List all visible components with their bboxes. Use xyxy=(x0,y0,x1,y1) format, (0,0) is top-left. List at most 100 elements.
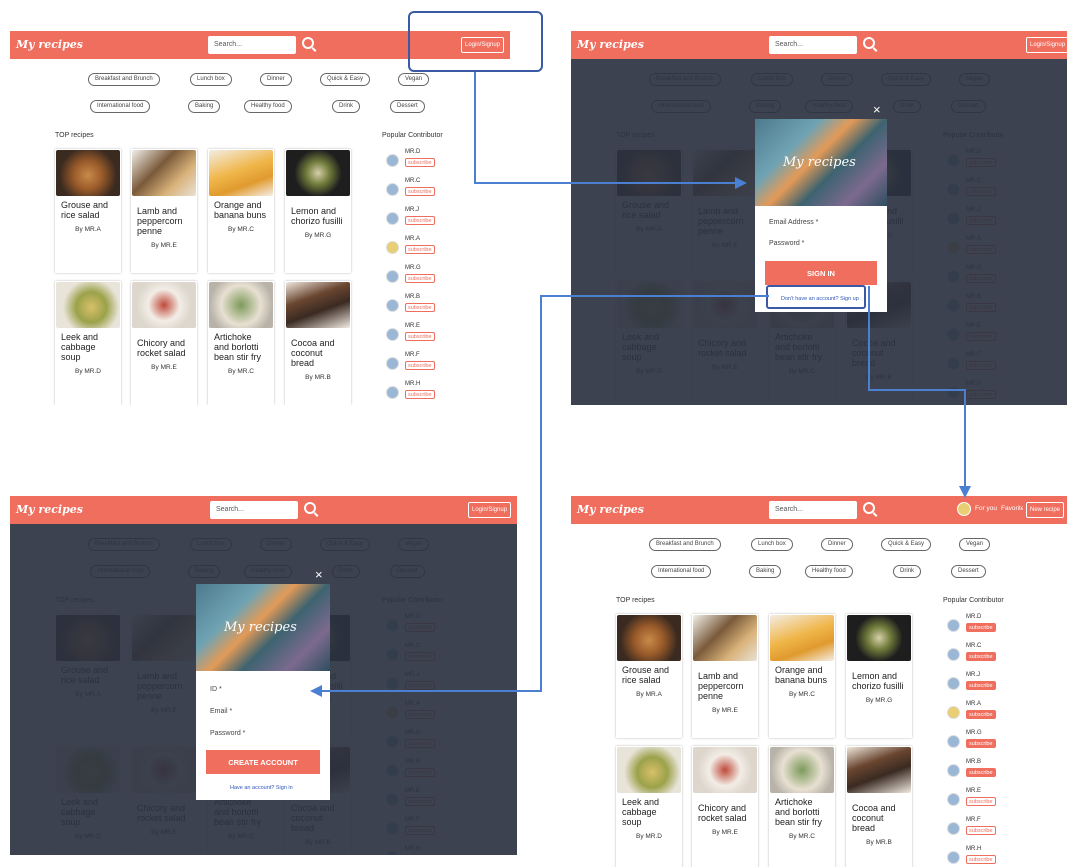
category-tag[interactable]: Vegan xyxy=(959,538,991,551)
recipe-card[interactable]: Leek and cabbage soup By MR.D xyxy=(55,281,121,405)
subscribe-button[interactable]: subscribe xyxy=(405,274,435,283)
search-input[interactable]: Search... xyxy=(769,501,857,519)
password-field[interactable]: Password * xyxy=(210,730,245,737)
recipe-card[interactable]: Chicory and rocket salad By MR.E xyxy=(131,281,197,405)
category-tag[interactable]: International food xyxy=(651,565,712,578)
subscribe-button[interactable]: subscribe xyxy=(405,390,435,399)
subscribe-button[interactable]: subscribe xyxy=(966,797,996,806)
category-tag[interactable]: Dinner xyxy=(260,73,292,86)
contributor-name[interactable]: MR.G xyxy=(405,265,421,271)
contributor-avatar[interactable] xyxy=(386,357,399,370)
recipe-card[interactable]: Lemon and chorizo fusilli By MR.G xyxy=(846,614,912,738)
category-tag[interactable]: Baking xyxy=(749,565,782,578)
contributor-avatar[interactable] xyxy=(386,328,399,341)
recipe-card[interactable]: Orange and banana buns By MR.C xyxy=(769,614,835,738)
contributor-name[interactable]: MR.A xyxy=(405,236,420,242)
recipe-card[interactable]: Grouse and rice salad By MR.A xyxy=(616,614,682,738)
contributor-name[interactable]: MR.F xyxy=(405,352,420,358)
user-avatar[interactable] xyxy=(957,502,971,516)
subscribe-button[interactable]: subscribe xyxy=(405,361,435,370)
contributor-name[interactable]: MR.C xyxy=(405,178,420,184)
contributor-name[interactable]: MR.A xyxy=(966,701,981,707)
contributor-name[interactable]: MR.G xyxy=(966,730,982,736)
category-tag[interactable]: International food xyxy=(90,100,151,113)
category-tag[interactable]: Quick & Easy xyxy=(320,73,371,86)
subscribe-button[interactable]: subscribe xyxy=(966,681,996,690)
email-field[interactable]: Email Address * xyxy=(769,219,818,226)
recipe-card[interactable]: Cocoa and coconut bread By MR.B xyxy=(285,281,351,405)
recipe-card[interactable]: Orange and banana buns By MR.C xyxy=(208,149,274,273)
search-input[interactable]: Search... xyxy=(769,36,857,54)
contributor-avatar[interactable] xyxy=(386,386,399,399)
subscribe-button[interactable]: subscribe xyxy=(405,245,435,254)
login-signup-button[interactable]: Login/Signup xyxy=(1026,37,1067,53)
contributor-name[interactable]: MR.J xyxy=(966,672,980,678)
subscribe-button[interactable]: subscribe xyxy=(966,855,996,864)
contributor-avatar[interactable] xyxy=(947,619,960,632)
contributor-name[interactable]: MR.J xyxy=(405,207,419,213)
password-field[interactable]: Password * xyxy=(769,240,804,247)
id-field[interactable]: ID * xyxy=(210,686,222,693)
contributor-avatar[interactable] xyxy=(386,154,399,167)
recipe-card[interactable]: Leek and cabbage soup By MR.D xyxy=(616,746,682,867)
login-signup-button[interactable]: Login/Signup xyxy=(468,502,512,518)
subscribe-button[interactable]: subscribe xyxy=(966,739,996,748)
contributor-name[interactable]: MR.E xyxy=(405,323,420,329)
recipe-card[interactable]: Artichoke and borlotti bean stir fry By … xyxy=(769,746,835,867)
category-tag[interactable]: Drink xyxy=(893,565,922,578)
search-icon[interactable] xyxy=(302,37,314,49)
contributor-name[interactable]: MR.D xyxy=(405,149,420,155)
search-icon[interactable] xyxy=(863,37,875,49)
category-tag[interactable]: Baking xyxy=(188,100,221,113)
email-field[interactable]: Email * xyxy=(210,708,232,715)
app-logo[interactable]: My recipes xyxy=(577,38,644,51)
contributor-name[interactable]: MR.B xyxy=(405,294,420,300)
search-input[interactable]: Search... xyxy=(210,501,298,519)
contributor-name[interactable]: MR.B xyxy=(966,759,981,765)
recipe-card[interactable]: Lamb and peppercorn penne By MR.E xyxy=(131,149,197,273)
contributor-name[interactable]: MR.E xyxy=(966,788,981,794)
category-tag[interactable]: Breakfast and Brunch xyxy=(649,538,721,551)
contributor-avatar[interactable] xyxy=(947,648,960,661)
recipe-card[interactable]: Cocoa and coconut bread By MR.B xyxy=(846,746,912,867)
category-tag[interactable]: Vegan xyxy=(398,73,430,86)
contributor-avatar[interactable] xyxy=(386,212,399,225)
subscribe-button[interactable]: subscribe xyxy=(405,303,435,312)
contributor-avatar[interactable] xyxy=(947,822,960,835)
subscribe-button[interactable]: subscribe xyxy=(405,332,435,341)
contributor-avatar[interactable] xyxy=(386,270,399,283)
create-account-button[interactable]: CREATE ACCOUNT xyxy=(206,750,320,774)
contributor-name[interactable]: MR.D xyxy=(966,614,981,620)
search-icon[interactable] xyxy=(863,502,875,514)
recipe-card[interactable]: Grouse and rice salad By MR.A xyxy=(55,149,121,273)
category-tag[interactable]: Dessert xyxy=(390,100,425,113)
category-tag[interactable]: Healthy food xyxy=(805,565,853,578)
subscribe-button[interactable]: subscribe xyxy=(966,652,996,661)
category-tag[interactable]: Healthy food xyxy=(244,100,292,113)
sign-in-button[interactable]: SIGN IN xyxy=(765,261,877,285)
app-logo[interactable]: My recipes xyxy=(16,503,83,516)
search-input[interactable]: Search... xyxy=(208,36,296,54)
contributor-avatar[interactable] xyxy=(947,851,960,864)
contributor-avatar[interactable] xyxy=(947,706,960,719)
recipe-card[interactable]: Lemon and chorizo fusilli By MR.G xyxy=(285,149,351,273)
subscribe-button[interactable]: subscribe xyxy=(405,216,435,225)
contributor-name[interactable]: MR.F xyxy=(966,817,981,823)
category-tag[interactable]: Dinner xyxy=(821,538,853,551)
category-tag[interactable]: Lunch box xyxy=(751,538,793,551)
category-tag[interactable]: Dessert xyxy=(951,565,986,578)
subscribe-button[interactable]: subscribe xyxy=(405,158,435,167)
new-recipe-button[interactable]: New recipe xyxy=(1026,502,1065,518)
contributor-name[interactable]: MR.C xyxy=(966,643,981,649)
category-tag[interactable]: Breakfast and Brunch xyxy=(88,73,160,86)
close-icon[interactable]: × xyxy=(873,102,881,117)
search-icon[interactable] xyxy=(304,502,316,514)
contributor-avatar[interactable] xyxy=(947,764,960,777)
app-logo[interactable]: My recipes xyxy=(577,503,644,516)
subscribe-button[interactable]: subscribe xyxy=(966,623,996,632)
contributor-avatar[interactable] xyxy=(947,677,960,690)
contributor-avatar[interactable] xyxy=(386,241,399,254)
contributor-name[interactable]: MR.H xyxy=(966,846,981,852)
recipe-card[interactable]: Artichoke and borlotti bean stir fry By … xyxy=(208,281,274,405)
for-you-link[interactable]: For you xyxy=(975,505,997,512)
